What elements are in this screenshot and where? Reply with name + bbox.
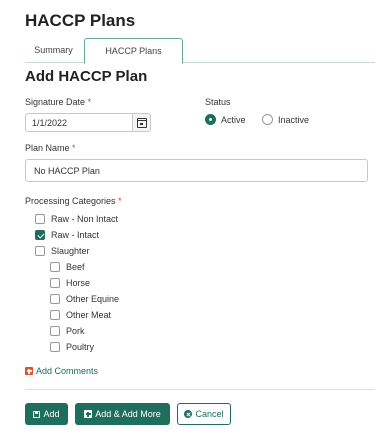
radio-unselected-icon [262,114,273,125]
checkbox-icon [50,310,60,320]
tab-summary[interactable]: Summary [25,38,82,63]
add-comments-link[interactable]: Add Comments [25,366,98,376]
signature-date-label: Signature Date * [25,97,92,107]
required-mark: * [87,97,92,107]
slaughter-poultry[interactable]: Poultry [50,342,94,352]
slaughter-horse[interactable]: Horse [50,278,90,288]
checkbox-icon [35,214,45,224]
signature-date-field [25,113,151,132]
slaughter-pork[interactable]: Pork [50,326,85,336]
page-title: HACCP Plans [25,11,136,30]
checkbox-icon [50,326,60,336]
status-inactive-radio[interactable]: Inactive [262,114,309,125]
category-raw-intact[interactable]: Raw - Intact [35,230,99,240]
save-icon [33,410,41,418]
plus-square-icon [84,410,93,418]
add-button[interactable]: Add [25,403,68,425]
slaughter-other-meat[interactable]: Other Meat [50,310,111,320]
divider [25,389,375,390]
slaughter-other-equine[interactable]: Other Equine [50,294,119,304]
slaughter-beef[interactable]: Beef [50,262,85,272]
checkbox-icon [50,342,60,352]
radio-selected-icon [205,114,216,125]
category-slaughter[interactable]: Slaughter [35,246,90,256]
calendar-icon [136,117,147,128]
plus-square-icon [25,367,33,375]
tab-bar: Summary HACCP Plans [25,38,375,64]
date-picker-button[interactable] [132,114,150,131]
checkbox-icon [50,262,60,272]
required-mark: * [118,196,122,206]
status-active-radio[interactable]: Active [205,114,246,125]
checkbox-icon [35,246,45,256]
plan-name-label: Plan Name * [25,143,76,153]
checkbox-icon [50,294,60,304]
category-raw-non-intact[interactable]: Raw - Non Intact [35,214,118,224]
checkbox-icon [50,278,60,288]
form-title: Add HACCP Plan [25,68,148,85]
processing-categories-label: Processing Categories * [25,196,122,206]
signature-date-input[interactable] [26,114,133,131]
plan-name-input[interactable] [25,159,368,182]
required-mark: * [72,143,76,153]
tab-haccp-plans[interactable]: HACCP Plans [84,38,183,64]
checkbox-checked-icon [35,230,45,240]
add-and-add-more-button[interactable]: Add & Add More [75,403,170,425]
cancel-button[interactable]: Cancel [177,403,231,425]
status-label: Status [205,97,231,107]
x-circle-icon [184,410,193,418]
